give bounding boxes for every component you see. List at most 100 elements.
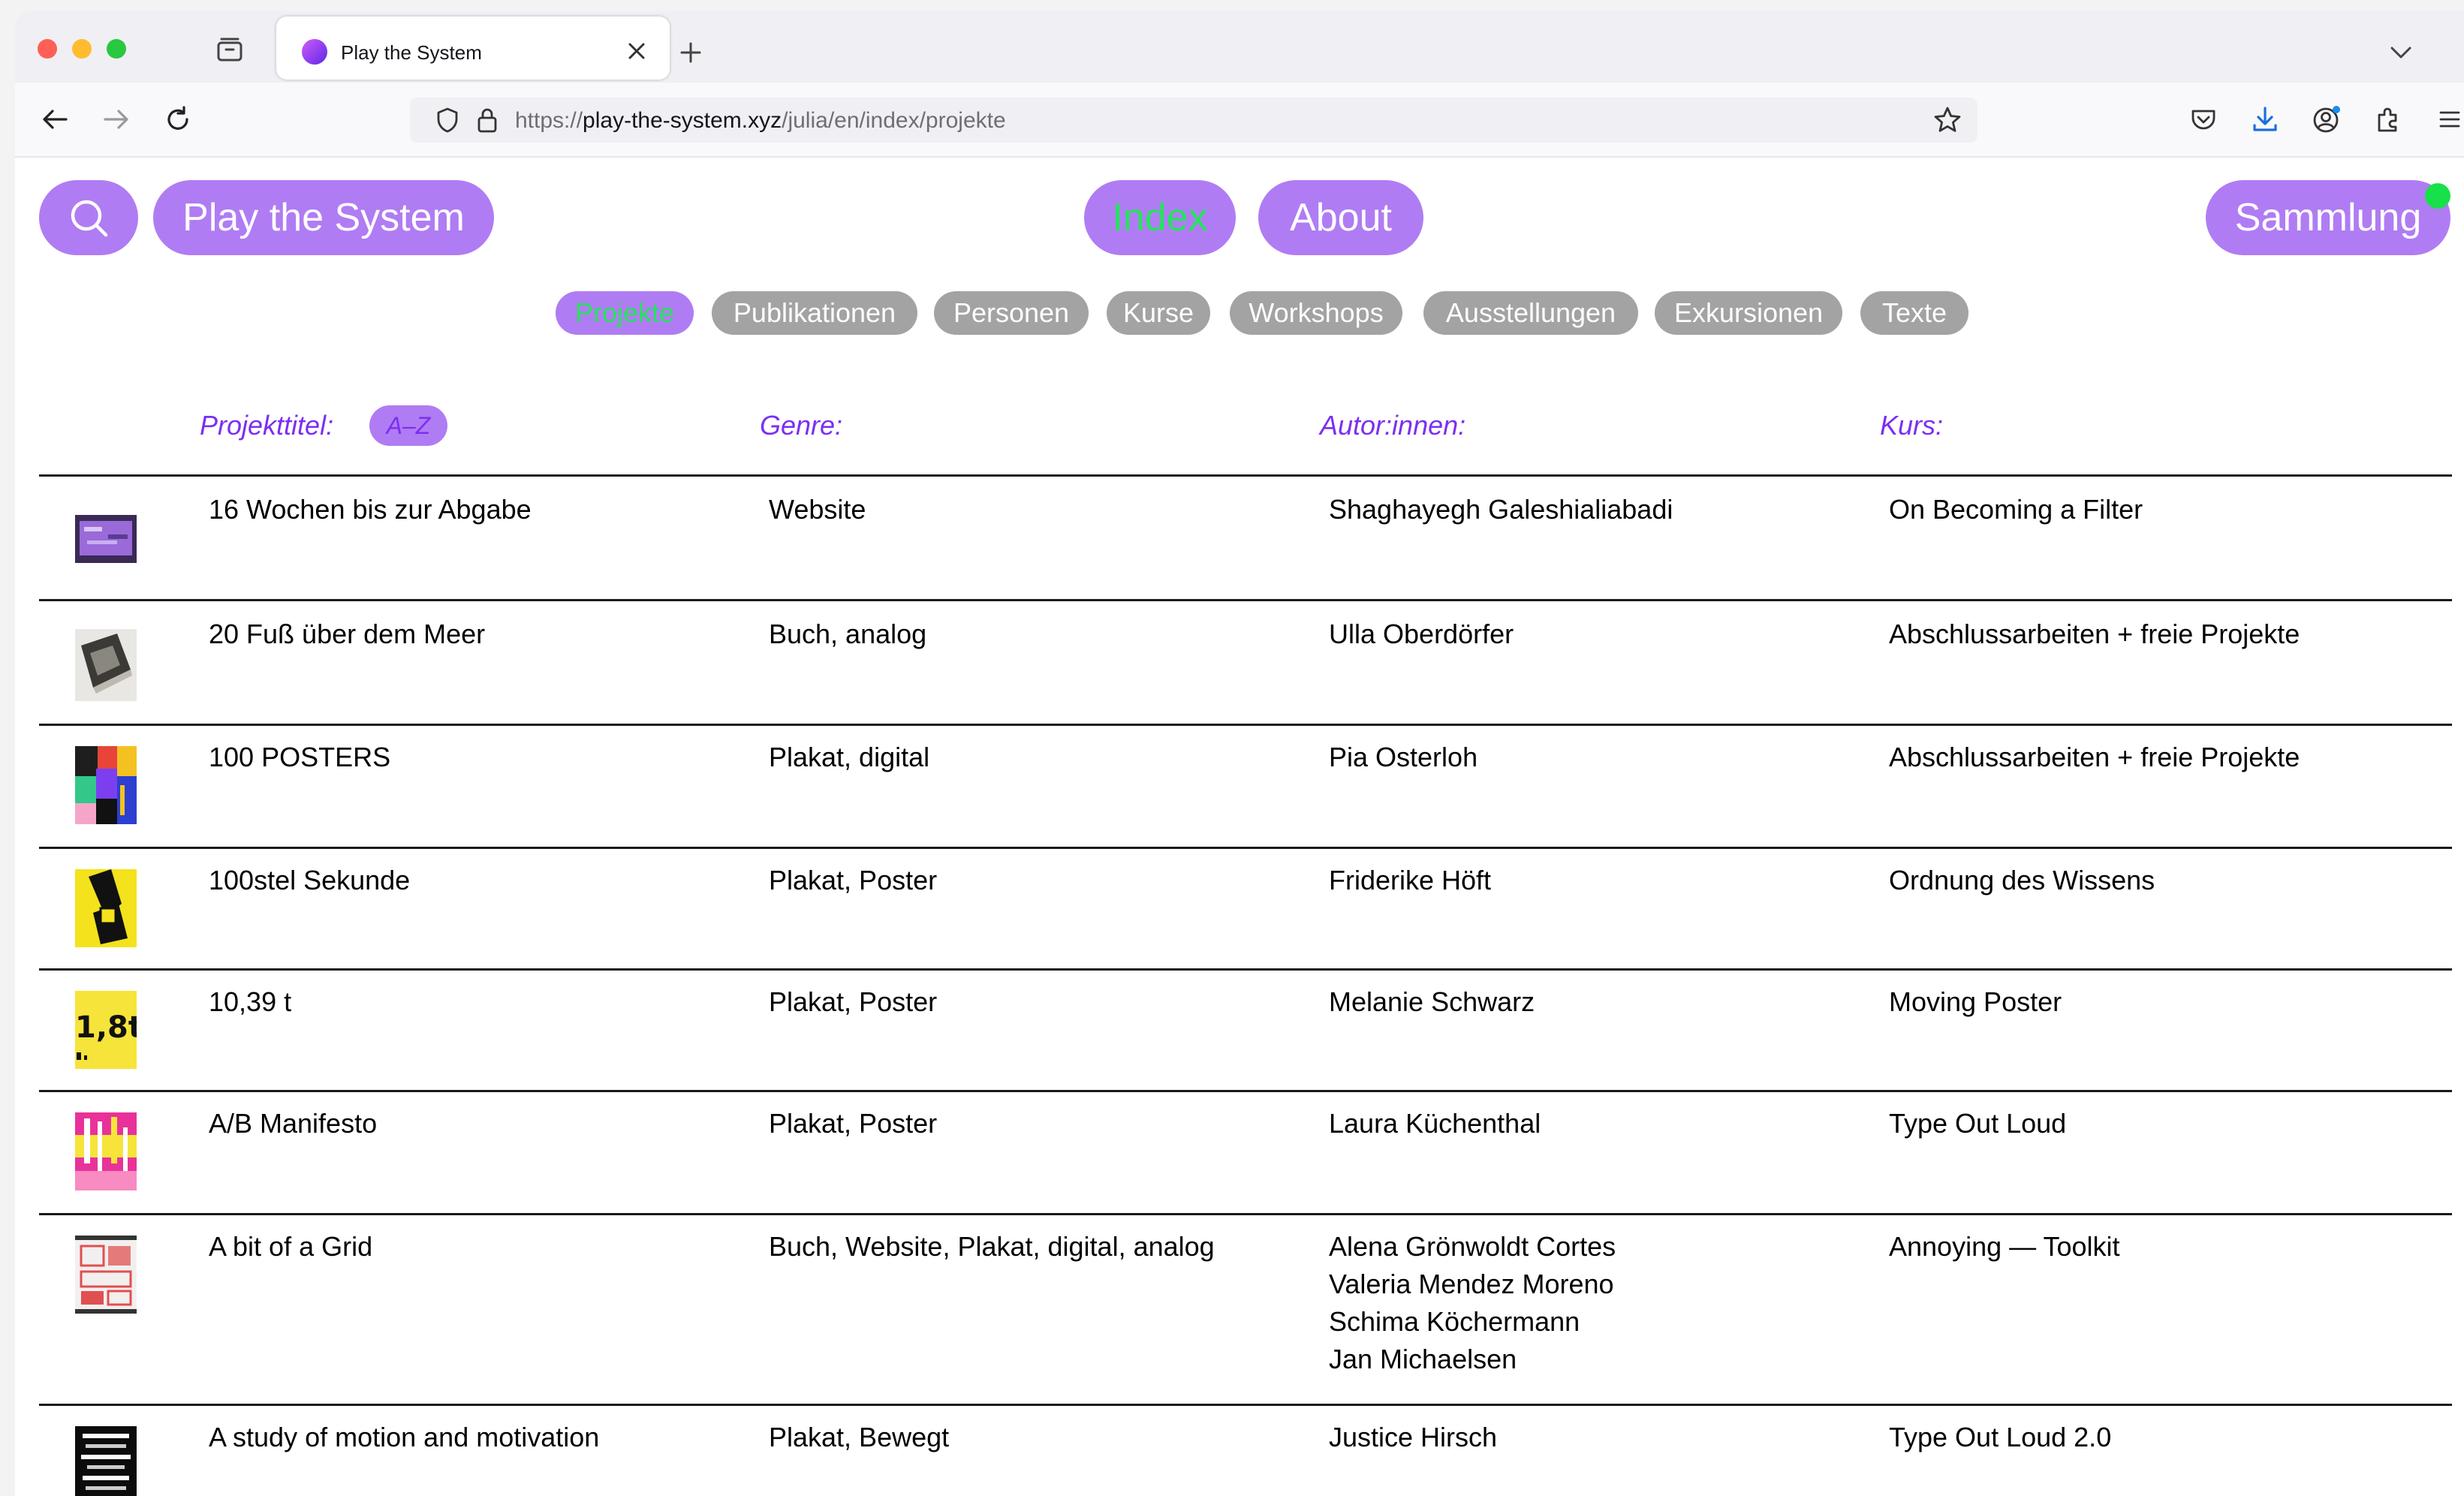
nav-about-button[interactable]: About <box>1258 180 1423 255</box>
sort-az-button[interactable]: A–Z <box>369 405 447 446</box>
project-genre: Buch, analog <box>769 619 927 649</box>
address-bar[interactable]: https://play-the-system.xyz/julia/en/ind… <box>410 98 1978 143</box>
project-thumbnail[interactable] <box>75 1426 137 1496</box>
pocket-icon[interactable] <box>2185 101 2222 138</box>
account-icon[interactable] <box>2308 101 2345 138</box>
active-tab[interactable]: Play the System <box>276 17 670 80</box>
tab-overview-icon[interactable] <box>212 32 248 68</box>
project-title[interactable]: 20 Fuß über dem Meer <box>209 616 485 653</box>
project-thumbnail[interactable] <box>75 494 137 572</box>
author-name[interactable]: Jan Michaelsen <box>1329 1341 1616 1378</box>
project-title[interactable]: 10,39 t <box>209 983 291 1021</box>
browser-toolbar: https://play-the-system.xyz/julia/en/ind… <box>15 83 2464 158</box>
site-favicon-icon <box>302 39 327 65</box>
author-name[interactable]: Schima Köchermann <box>1329 1303 1616 1341</box>
project-authors[interactable]: Friderike Höft <box>1329 862 1491 899</box>
project-authors[interactable]: Justice Hirsch <box>1329 1419 1497 1456</box>
project-course[interactable]: Abschlussarbeiten + freie Projekte <box>1889 739 2300 776</box>
project-thumbnail[interactable] <box>75 869 137 947</box>
nav-index-button[interactable]: Index <box>1084 180 1236 255</box>
notification-dot <box>2425 183 2450 209</box>
project-genre: Plakat, Poster <box>769 986 938 1017</box>
project-genre: Plakat, Poster <box>769 1108 938 1139</box>
project-thumbnail[interactable] <box>75 746 137 824</box>
new-tab-icon[interactable] <box>673 35 709 71</box>
author-name[interactable]: Melanie Schwarz <box>1329 983 1535 1021</box>
close-window-button[interactable] <box>38 39 57 59</box>
tab-strip: Play the System <box>15 11 2464 83</box>
table-row[interactable] <box>15 968 2464 1090</box>
category-kurse[interactable]: Kurse <box>1107 291 1210 335</box>
project-authors[interactable]: Ulla Oberdörfer <box>1329 616 1514 653</box>
lock-icon[interactable] <box>476 107 499 137</box>
extensions-icon[interactable] <box>2369 101 2407 138</box>
table-row[interactable] <box>15 1090 2464 1213</box>
author-name[interactable]: Alena Grönwoldt Cortes <box>1329 1228 1616 1266</box>
author-name[interactable]: Shaghayegh Galeshialiabadi <box>1329 491 1673 528</box>
project-course[interactable]: Ordnung des Wissens <box>1889 862 2155 899</box>
category-personen[interactable]: Personen <box>934 291 1089 335</box>
column-header-genre[interactable]: Genre: <box>760 410 842 441</box>
project-course[interactable]: Type Out Loud <box>1889 1105 2066 1142</box>
project-authors[interactable]: Alena Grönwoldt Cortes Valeria Mendez Mor… <box>1329 1228 1616 1378</box>
project-thumbnail[interactable] <box>75 1112 137 1190</box>
project-authors[interactable]: Melanie Schwarz <box>1329 983 1535 1021</box>
column-header-course[interactable]: Kurs: <box>1880 410 1943 441</box>
category-exkursionen[interactable]: Exkursionen <box>1655 291 1842 335</box>
chevron-down-icon[interactable] <box>2383 35 2419 71</box>
site-title-button[interactable]: Play the System <box>153 180 494 255</box>
project-thumbnail[interactable] <box>75 1236 137 1314</box>
maximize-window-button[interactable] <box>107 39 126 59</box>
project-genre: Plakat, Bewegt <box>769 1422 950 1452</box>
download-icon[interactable] <box>2246 101 2284 138</box>
category-projekte[interactable]: Projekte <box>556 291 694 335</box>
category-texte[interactable]: Texte <box>1860 291 1968 335</box>
project-course[interactable]: Moving Poster <box>1889 983 2062 1021</box>
page-content: Play the System Index About Sammlung Pro… <box>15 158 2464 1496</box>
category-publikationen[interactable]: Publikationen <box>712 291 917 335</box>
project-authors[interactable]: Pia Osterloh <box>1329 739 1477 776</box>
project-genre: Buch, Website, Plakat, digital, analog <box>769 1231 1215 1262</box>
project-genre: Plakat, digital <box>769 742 930 772</box>
project-genre: Website <box>769 494 866 525</box>
project-course[interactable]: Abschlussarbeiten + freie Projekte <box>1889 616 2300 653</box>
project-course[interactable]: On Becoming a Filter <box>1889 491 2143 528</box>
browser-window: Play the System https://play-the-system.… <box>15 11 2464 1496</box>
shield-icon[interactable] <box>435 107 459 137</box>
url-text[interactable]: https://play-the-system.xyz/julia/en/ind… <box>515 108 1006 134</box>
author-name[interactable]: Justice Hirsch <box>1329 1419 1497 1456</box>
author-name[interactable]: Ulla Oberdörfer <box>1329 616 1514 653</box>
minimize-window-button[interactable] <box>72 39 92 59</box>
project-thumbnail[interactable]: 1,8t <box>75 991 137 1069</box>
column-header-authors[interactable]: Autor:innen: <box>1320 410 1465 441</box>
close-tab-icon[interactable] <box>619 33 655 69</box>
author-name[interactable]: Friderike Höft <box>1329 862 1491 899</box>
project-title[interactable]: A/B Manifesto <box>209 1105 377 1142</box>
category-ausstellungen[interactable]: Ausstellungen <box>1423 291 1638 335</box>
column-header-title[interactable]: Projekttitel: <box>200 410 333 441</box>
search-button[interactable] <box>39 180 138 255</box>
back-arrow-icon[interactable] <box>36 101 74 138</box>
project-title[interactable]: 100stel Sekunde <box>209 862 410 899</box>
author-name[interactable]: Pia Osterloh <box>1329 739 1477 776</box>
author-name[interactable]: Valeria Mendez Moreno <box>1329 1266 1616 1303</box>
forward-arrow-icon[interactable] <box>98 101 135 138</box>
url-domain: play-the-system.xyz <box>583 108 782 133</box>
nav-sammlung-button[interactable]: Sammlung <box>2206 180 2450 255</box>
project-course[interactable]: Annoying — Toolkit <box>1889 1228 2120 1266</box>
project-title[interactable]: A bit of a Grid <box>209 1228 372 1266</box>
project-authors[interactable]: Shaghayegh Galeshialiabadi <box>1329 491 1673 528</box>
bookmark-star-icon[interactable] <box>1932 105 1962 139</box>
menu-icon[interactable] <box>2431 101 2464 138</box>
project-title[interactable]: 16 Wochen bis zur Abgabe <box>209 491 532 528</box>
author-name[interactable]: Laura Küchenthal <box>1329 1105 1541 1142</box>
project-thumbnail[interactable] <box>75 623 137 701</box>
project-course[interactable]: Type Out Loud 2.0 <box>1889 1419 2111 1456</box>
project-authors[interactable]: Laura Küchenthal <box>1329 1105 1541 1142</box>
svg-text:1,8t: 1,8t <box>75 1010 137 1045</box>
reload-icon[interactable] <box>159 101 197 138</box>
project-title[interactable]: A study of motion and motivation <box>209 1419 599 1456</box>
project-title[interactable]: 100 POSTERS <box>209 739 390 776</box>
url-path: /julia/en/index/projekte <box>782 108 1006 133</box>
category-workshops[interactable]: Workshops <box>1230 291 1402 335</box>
